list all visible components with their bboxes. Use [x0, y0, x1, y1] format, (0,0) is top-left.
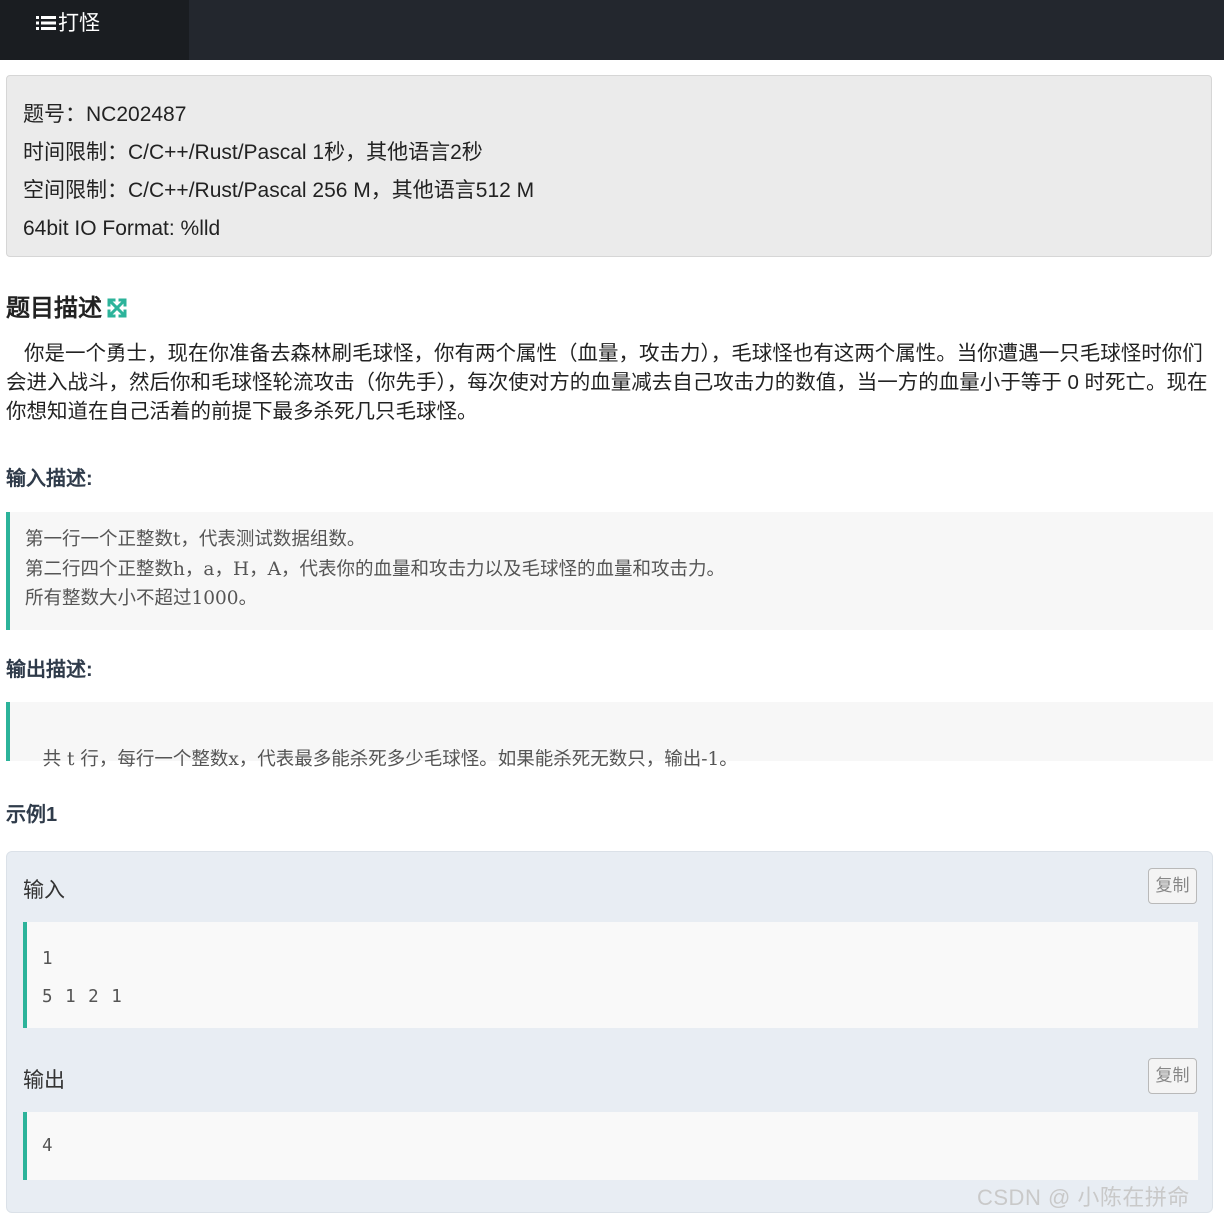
top-navbar: 打怪 [0, 0, 1224, 60]
problem-info-panel: 题号：NC202487 时间限制：C/C++/Rust/Pascal 1秒，其他… [6, 75, 1212, 257]
code-line: 4 [42, 1136, 53, 1156]
memory-limit: 空间限制：C/C++/Rust/Pascal 256 M，其他语言512 M [23, 179, 535, 202]
input-description-box: 第一行一个正整数t，代表测试数据组数。 第二行四个正整数h，a，H，A，代表你的… [6, 512, 1213, 630]
problem-id: 题号：NC202487 [23, 103, 187, 126]
description-text: 你是一个勇士，现在你准备去森林刷毛球怪，你有两个属性（血量，攻击力），毛球怪也有… [6, 342, 1208, 423]
example-output-code[interactable]: 4 [23, 1112, 1198, 1180]
example-heading: 示例1 [6, 804, 58, 826]
description-heading-text: 题目描述 [6, 295, 102, 322]
time-limit: 时间限制：C/C++/Rust/Pascal 1秒，其他语言2秒 [23, 141, 483, 164]
copy-input-button[interactable]: 复制 [1148, 868, 1197, 904]
example-input-label: 输入 [23, 879, 65, 902]
problem-tab[interactable]: 打怪 [0, 0, 189, 60]
problem-tab-label: 打怪 [58, 12, 100, 35]
io-format: 64bit IO Format: %lld [23, 217, 221, 240]
output-description-box: 共 t 行，每行一个整数x，代表最多能杀死多少毛球怪。如果能杀死无数只，输出-1… [6, 702, 1213, 770]
code-line: 5 1 2 1 [42, 987, 122, 1007]
input-description-line: 第一行一个正整数t，代表测试数据组数。 [25, 529, 366, 550]
input-description-line: 第二行四个正整数h，a，H，A，代表你的血量和攻击力以及毛球怪的血量和攻击力。 [25, 558, 725, 580]
output-description-heading: 输出描述: [6, 659, 93, 681]
list-icon [36, 16, 56, 30]
expand-icon[interactable] [106, 297, 128, 319]
example-panel: 输入 复制 1 5 1 2 1 输出 复制 4 [6, 851, 1213, 1213]
description-heading: 题目描述 [6, 288, 128, 323]
watermark: CSDN @ 小陈在拼命 [977, 1185, 1190, 1210]
example-input-code[interactable]: 1 5 1 2 1 [23, 922, 1198, 1028]
output-description-text: 共 t 行，每行一个整数x，代表最多能杀死多少毛球怪。如果能杀死无数只，输出-1… [36, 749, 738, 770]
example-output-label: 输出 [23, 1069, 65, 1092]
input-description-heading: 输入描述: [6, 468, 93, 490]
code-line: 1 [42, 949, 53, 969]
input-description-line: 所有整数大小不超过1000。 [25, 588, 258, 609]
copy-output-button[interactable]: 复制 [1148, 1058, 1197, 1094]
